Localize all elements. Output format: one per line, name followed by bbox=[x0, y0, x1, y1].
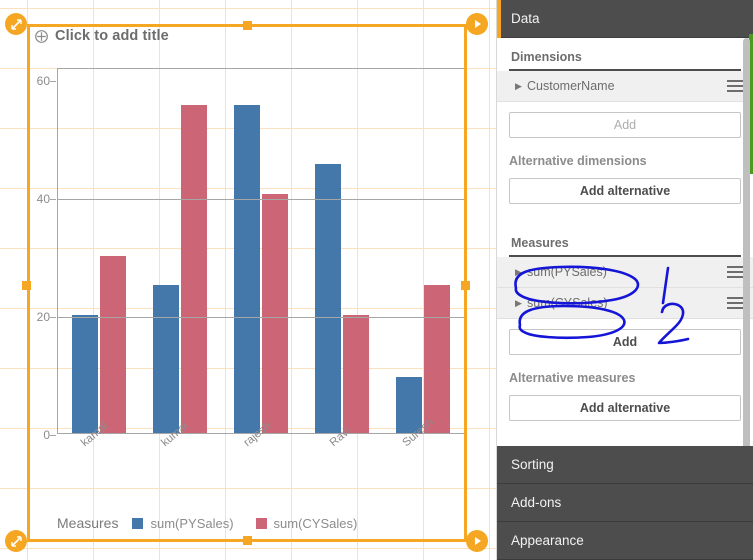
y-axis-tick-mark bbox=[50, 316, 56, 318]
bar-category-group bbox=[58, 69, 139, 433]
x-axis-category: rajesh bbox=[220, 420, 301, 486]
y-axis-tick-label: 0 bbox=[2, 428, 56, 442]
panel-section-label: Appearance bbox=[511, 533, 584, 548]
bar-category-group bbox=[302, 69, 383, 433]
bar[interactable] bbox=[234, 105, 260, 433]
measure-item-label: sum(CYSales) bbox=[527, 296, 608, 310]
resize-handle-top-middle[interactable] bbox=[243, 21, 252, 30]
y-axis-tick-mark bbox=[50, 435, 56, 436]
x-axis-category: Ravi bbox=[301, 425, 382, 486]
chart-title-row[interactable]: Click to add title bbox=[34, 28, 169, 44]
add-alternative-measure-button[interactable]: Add alternative bbox=[509, 395, 741, 421]
bar[interactable] bbox=[343, 314, 370, 433]
add-alternative-dimension-button[interactable]: Add alternative bbox=[509, 178, 741, 204]
qlik-chart-editor: Click to add title 0 20 40 60 kamal kumar raj… bbox=[0, 0, 753, 560]
y-axis: 0 20 40 60 bbox=[0, 68, 56, 442]
x-axis-category: Suresh bbox=[383, 417, 464, 486]
bar-category-group bbox=[383, 69, 464, 433]
legend-title: Measures bbox=[57, 515, 119, 531]
bar[interactable] bbox=[152, 285, 179, 433]
chart-title-placeholder[interactable]: Click to add title bbox=[55, 28, 169, 44]
diagonal-resize-icon bbox=[10, 18, 22, 30]
bar-category-group bbox=[220, 69, 301, 433]
x-axis-category: kumar bbox=[138, 419, 219, 486]
dimension-item-label: CustomerName bbox=[527, 79, 615, 93]
chevron-right-icon[interactable]: ▶ bbox=[515, 81, 527, 92]
panel-sections: Sorting Add-ons Appearance bbox=[497, 446, 753, 560]
resize-handle-bottom-right[interactable] bbox=[466, 530, 488, 552]
diagonal-resize-icon bbox=[10, 535, 22, 547]
bar[interactable] bbox=[99, 255, 126, 433]
chevron-right-icon[interactable]: ▶ bbox=[515, 298, 527, 309]
panel-scrollbar[interactable] bbox=[743, 38, 750, 450]
drag-handle-icon[interactable] bbox=[727, 297, 743, 309]
property-panel: Data Dimensions ▶ CustomerName Add Alter… bbox=[496, 0, 753, 560]
add-dimension-label: Add bbox=[613, 118, 637, 132]
legend-item-cy[interactable]: sum(CYSales) bbox=[255, 515, 358, 531]
resize-handle-bottom-left[interactable] bbox=[5, 530, 27, 552]
y-axis-tick-mark bbox=[50, 80, 56, 82]
dimension-item-customername[interactable]: ▶ CustomerName bbox=[497, 71, 753, 102]
legend-swatch-py bbox=[132, 517, 144, 529]
panel-section-data[interactable]: Data bbox=[497, 0, 753, 38]
measure-item-label: sum(PYSales) bbox=[527, 265, 607, 279]
measures-group-label: Measures bbox=[509, 224, 741, 257]
bar-group bbox=[58, 69, 464, 433]
alternative-measures-label: Alternative measures bbox=[509, 371, 636, 385]
y-axis-tick-label: 40 bbox=[2, 192, 56, 206]
chart-legend: Measures sum(PYSales) sum(CYSales) bbox=[57, 515, 357, 531]
panel-section-add-ons[interactable]: Add-ons bbox=[497, 484, 753, 522]
alternative-dimensions-label: Alternative dimensions bbox=[509, 154, 647, 168]
panel-section-label: Add-ons bbox=[511, 495, 562, 510]
drag-handle-icon[interactable] bbox=[727, 266, 743, 278]
panel-body: Dimensions ▶ CustomerName Add Alternativ… bbox=[497, 38, 753, 421]
play-triangle-icon bbox=[475, 20, 481, 28]
bar[interactable] bbox=[180, 105, 207, 433]
resize-handle-bottom-middle[interactable] bbox=[243, 536, 252, 545]
resize-handle-top-left[interactable] bbox=[5, 13, 27, 35]
panel-accent-bar bbox=[497, 0, 501, 38]
panel-section-appearance[interactable]: Appearance bbox=[497, 522, 753, 560]
y-axis-tick-label: 20 bbox=[2, 310, 56, 324]
gridline bbox=[58, 316, 464, 318]
drag-handle-icon[interactable] bbox=[727, 80, 743, 92]
chevron-right-icon[interactable]: ▶ bbox=[515, 267, 527, 278]
y-axis-tick-label: 60 bbox=[2, 74, 56, 88]
add-measure-button[interactable]: Add bbox=[509, 329, 741, 355]
bar[interactable] bbox=[262, 193, 288, 433]
panel-section-sorting[interactable]: Sorting bbox=[497, 446, 753, 484]
x-axis: kamal kumar rajesh Ravi Suresh bbox=[57, 417, 464, 486]
gridline bbox=[58, 198, 464, 200]
y-axis-tick-mark bbox=[50, 198, 56, 200]
measure-item-cysales[interactable]: ▶ sum(CYSales) bbox=[497, 288, 753, 319]
legend-swatch-cy bbox=[255, 517, 267, 529]
bar[interactable] bbox=[71, 314, 98, 433]
chart-pane[interactable]: Click to add title 0 20 40 60 kamal kumar raj… bbox=[0, 0, 496, 560]
bar-category-group bbox=[139, 69, 220, 433]
move-cross-icon bbox=[35, 29, 48, 43]
add-alternative-dimension-label: Add alternative bbox=[579, 184, 671, 198]
legend-label-py: sum(PYSales) bbox=[150, 515, 234, 531]
bar[interactable] bbox=[315, 164, 342, 433]
add-dimension-button[interactable]: Add bbox=[509, 112, 741, 138]
play-triangle-icon bbox=[475, 537, 481, 545]
resize-handle-top-right[interactable] bbox=[466, 13, 488, 35]
legend-label-cy: sum(CYSales) bbox=[273, 515, 358, 531]
bar[interactable] bbox=[424, 285, 451, 433]
measure-item-pysales[interactable]: ▶ sum(PYSales) bbox=[497, 257, 753, 288]
panel-section-label: Sorting bbox=[511, 457, 554, 472]
x-axis-category: kamal bbox=[57, 420, 138, 486]
dimensions-group-label: Dimensions bbox=[509, 38, 741, 71]
add-measure-label: Add bbox=[612, 335, 638, 349]
legend-item-py[interactable]: sum(PYSales) bbox=[132, 515, 234, 531]
plot-area[interactable] bbox=[57, 68, 464, 434]
panel-section-data-label: Data bbox=[511, 11, 540, 26]
add-alternative-measure-label: Add alternative bbox=[579, 401, 671, 415]
